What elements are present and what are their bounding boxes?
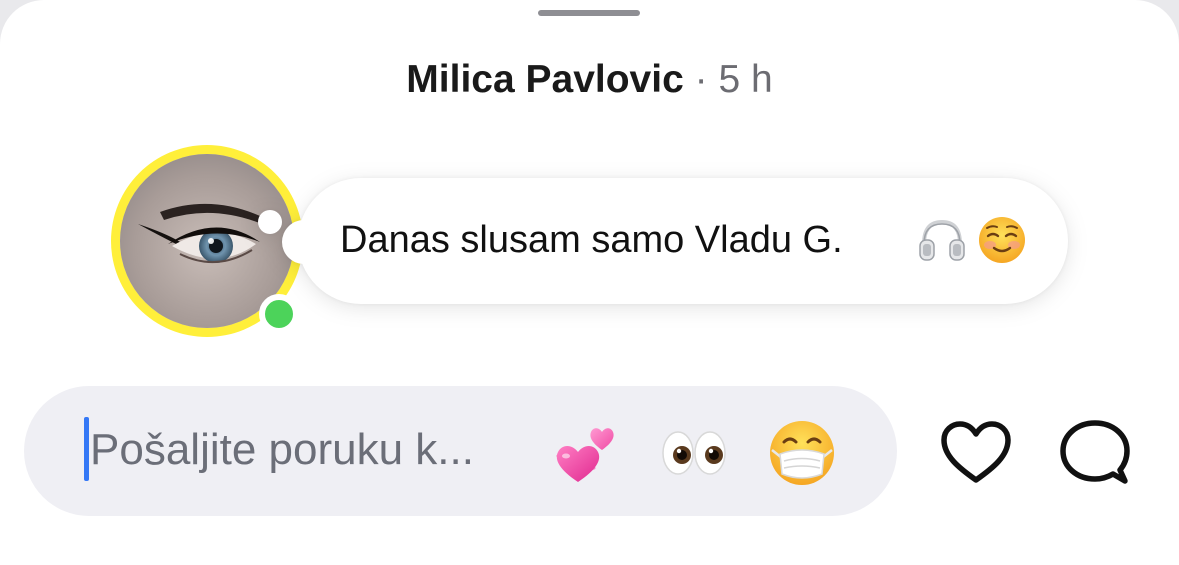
heart-outline-icon xyxy=(939,418,1013,488)
note-bubble-tail-small xyxy=(258,210,282,234)
author-name[interactable]: Milica Pavlovic xyxy=(406,58,683,101)
eyes-emoji[interactable] xyxy=(658,416,730,488)
face-with-medical-mask-emoji[interactable] xyxy=(766,416,838,488)
reply-button[interactable] xyxy=(1058,418,1132,488)
headphones-emoji xyxy=(916,214,968,266)
message-input[interactable] xyxy=(90,418,540,482)
text-caret xyxy=(84,417,89,481)
post-time: 5 h xyxy=(718,58,773,101)
header-separator: · xyxy=(694,58,708,101)
sheet-grabber-handle[interactable] xyxy=(538,10,640,16)
story-sheet: Milica Pavlovic · 5 h Danas slusam samo … xyxy=(0,0,1179,565)
note-text: Danas slusam samo Vladu G. xyxy=(340,219,843,261)
like-button[interactable] xyxy=(939,418,1013,488)
speech-bubble-icon xyxy=(1058,418,1132,488)
revolving-hearts-emoji[interactable] xyxy=(550,416,622,488)
smiling-face-emoji xyxy=(976,214,1028,266)
note-emojis xyxy=(916,214,1028,266)
note-bubble[interactable]: Danas slusam samo Vladu G. xyxy=(252,176,1082,312)
story-header: Milica Pavlovic · 5 h xyxy=(0,54,1179,106)
